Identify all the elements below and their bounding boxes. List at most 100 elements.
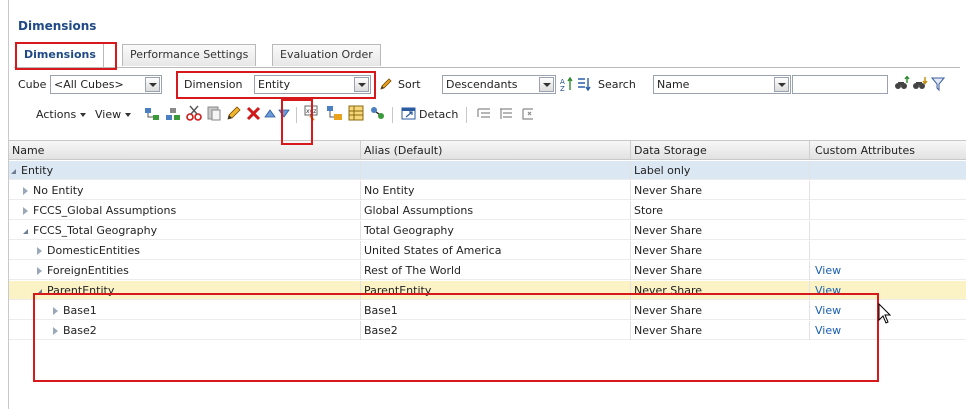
delete-icon[interactable] [246, 105, 262, 124]
member-data-storage: Never Share [634, 324, 703, 337]
detach-icon[interactable] [401, 105, 417, 124]
table-row[interactable]: Base1 Base1 Never Share View [9, 301, 966, 320]
tab-performance-settings[interactable]: Performance Settings [122, 44, 257, 66]
member-data-storage: Never Share [634, 244, 703, 257]
view-menu-label: View [95, 108, 122, 121]
svg-text:Z: Z [560, 85, 565, 92]
member-alias: ParentEntity [364, 284, 432, 297]
chevron-down-icon[interactable] [539, 77, 554, 92]
expand-triangle-icon[interactable] [53, 327, 58, 335]
chevron-down-icon[interactable] [354, 77, 369, 92]
cube-label: Cube [18, 78, 47, 91]
member-alias: Rest of The World [364, 264, 462, 277]
member-data-storage: Label only [634, 164, 691, 177]
expand-triangle-icon[interactable] [23, 207, 28, 215]
expand-triangle-icon[interactable] [37, 267, 42, 275]
expand-triangle-icon[interactable] [53, 307, 58, 315]
move-down-icon[interactable] [278, 107, 290, 122]
sort-ascending-icon[interactable]: AZ [560, 76, 576, 95]
table-row[interactable]: No Entity No Entity Never Share [9, 181, 966, 200]
collapse-all-icon[interactable] [498, 106, 514, 125]
column-divider[interactable] [630, 141, 631, 160]
table-row[interactable]: FCCS_Global Assumptions Global Assumptio… [9, 201, 966, 220]
custom-attributes-view-link[interactable]: View [815, 264, 841, 277]
collapse-triangle-icon[interactable] [11, 168, 16, 174]
sort-label: Sort [398, 78, 421, 91]
edit-member-pencil-icon[interactable] [226, 105, 242, 124]
toolbar-divider [466, 107, 467, 123]
member-alias: Base2 [364, 324, 398, 337]
table-row[interactable]: Entity Label only [9, 161, 966, 180]
tab-evaluation-order[interactable]: Evaluation Order [272, 44, 381, 66]
hierarchy-icon[interactable] [326, 105, 344, 124]
column-header-alias[interactable]: Alias (Default) [364, 144, 442, 157]
toolbar-divider [392, 107, 393, 123]
custom-attributes-view-link[interactable]: View [815, 324, 841, 337]
search-field-select[interactable]: Name [653, 75, 791, 94]
search-field-value: Name [657, 78, 690, 91]
chevron-down-icon[interactable] [145, 77, 160, 92]
expand-triangle-icon[interactable] [37, 247, 42, 255]
grid-icon[interactable] [348, 105, 364, 124]
member-name: Entity [21, 164, 54, 177]
column-header-name[interactable]: Name [12, 144, 44, 157]
collapse-triangle-icon[interactable] [23, 228, 28, 234]
member-alias: Total Geography [364, 224, 454, 237]
member-data-storage: Never Share [634, 284, 703, 297]
member-data-storage: Never Share [634, 184, 703, 197]
move-up-icon[interactable] [264, 107, 276, 122]
table-row-selected[interactable]: ParentEntity ParentEntity Never Share Vi… [9, 281, 966, 300]
dimension-select-value: Entity [258, 78, 291, 91]
clear-icon[interactable] [520, 106, 536, 125]
table-row[interactable]: DomesticEntities United States of Americ… [9, 241, 966, 260]
filter-icon[interactable] [930, 76, 946, 95]
expand-triangle-icon[interactable] [23, 187, 28, 195]
member-name: FCCS_Global Assumptions [33, 204, 177, 217]
column-divider[interactable] [809, 141, 810, 160]
cube-select[interactable]: <All Cubes> [50, 75, 162, 94]
tab-divider [14, 67, 960, 68]
filter-toolbar: Cube <All Cubes> Dimension Entity Sort D… [14, 73, 966, 97]
chevron-down-icon[interactable] [774, 77, 789, 92]
column-header-data-storage[interactable]: Data Storage [634, 144, 707, 157]
member-formula-icon[interactable]: xyz [304, 105, 322, 124]
tab-strip: Dimensions Performance Settings Evaluati… [14, 40, 960, 68]
action-toolbar: Actions View xyz Detach [14, 103, 966, 127]
search-up-icon[interactable] [894, 75, 910, 95]
cube-select-value: <All Cubes> [54, 78, 124, 91]
member-alias: No Entity [364, 184, 415, 197]
paste-icon[interactable] [206, 105, 222, 124]
custom-attributes-view-link[interactable]: View [815, 304, 841, 317]
member-name: DomesticEntities [47, 244, 140, 257]
actions-menu-label: Actions [36, 108, 77, 121]
caret-down-icon [80, 113, 87, 117]
member-data-storage: Store [634, 204, 664, 217]
cut-icon[interactable] [186, 105, 202, 124]
detach-button[interactable]: Detach [419, 108, 458, 121]
search-input[interactable] [792, 75, 888, 94]
dimension-select[interactable]: Entity [254, 75, 371, 94]
sort-select[interactable]: Descendants [442, 75, 556, 94]
expand-all-icon[interactable] [476, 106, 492, 125]
table-row[interactable]: Base2 Base2 Never Share View [9, 321, 966, 340]
column-divider[interactable] [360, 141, 361, 160]
collapse-triangle-icon[interactable] [37, 288, 42, 294]
link-members-icon[interactable] [369, 105, 387, 124]
member-name: ForeignEntities [47, 264, 129, 277]
table-row[interactable]: FCCS_Total Geography Total Geography Nev… [9, 221, 966, 240]
custom-attributes-view-link[interactable]: View [815, 284, 841, 297]
member-alias: United States of America [364, 244, 502, 257]
table-row[interactable]: ForeignEntities Rest of The World Never … [9, 261, 966, 280]
dimension-label: Dimension [184, 78, 243, 91]
view-menu[interactable]: View [95, 108, 132, 121]
member-name: FCCS_Total Geography [33, 224, 158, 237]
actions-menu[interactable]: Actions [36, 108, 87, 121]
search-down-icon[interactable] [912, 76, 928, 95]
column-header-custom-attributes[interactable]: Custom Attributes [815, 144, 915, 157]
tab-dimensions[interactable]: Dimensions [16, 42, 104, 68]
add-child-icon[interactable] [144, 106, 162, 125]
edit-pencil-icon[interactable] [378, 76, 394, 95]
add-sibling-icon[interactable] [165, 106, 183, 125]
sort-descending-icon[interactable] [576, 76, 592, 95]
sort-select-value: Descendants [446, 78, 518, 91]
